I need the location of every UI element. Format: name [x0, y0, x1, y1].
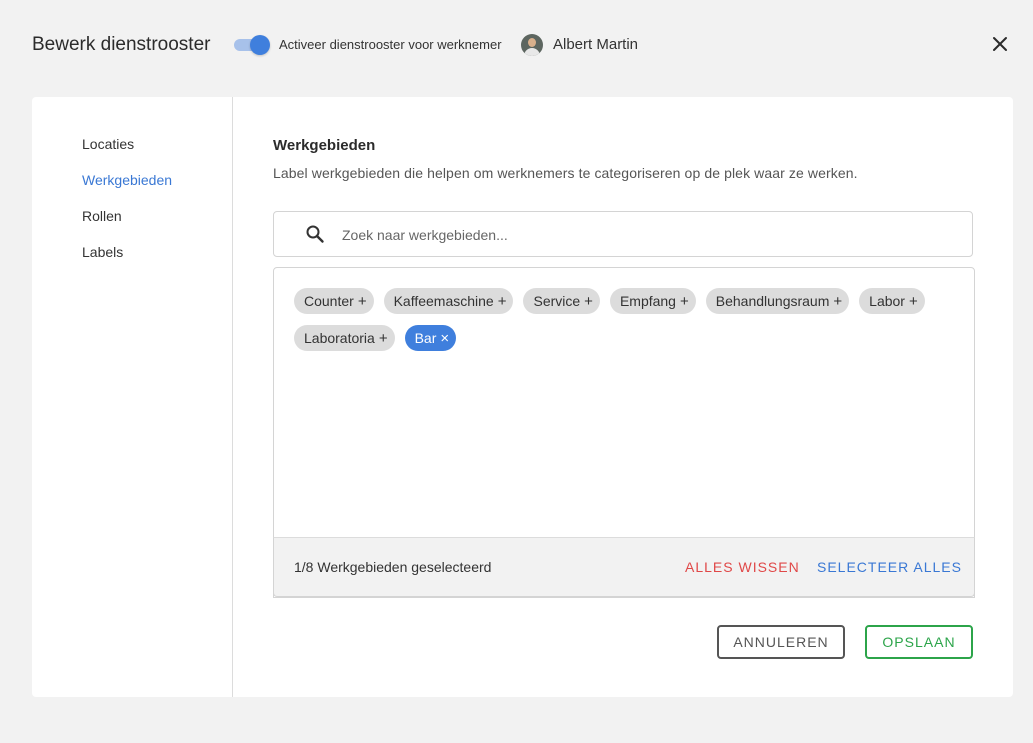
tag-labor[interactable]: Labor + [859, 288, 925, 314]
tag-service[interactable]: Service + [523, 288, 600, 314]
avatar-face [528, 38, 536, 47]
selection-count: 1/8 Werkgebieden geselecteerd [294, 559, 492, 575]
tag-behandlungsraum[interactable]: Behandlungsraum + [705, 288, 850, 314]
tag-counter[interactable]: Counter + [294, 288, 374, 314]
clear-all-button[interactable]: ALLES WISSEN [685, 559, 800, 575]
cancel-button[interactable]: ANNULEREN [717, 625, 845, 659]
tag-bar[interactable]: Bar × [404, 325, 457, 351]
sidebar-item-rollen[interactable]: Rollen [82, 208, 122, 224]
avatar [521, 34, 543, 56]
section-title: Werkgebieden [273, 137, 376, 154]
dialog-header: Bewerk dienstrooster Activeer dienstroos… [0, 0, 1033, 90]
avatar-body [524, 48, 540, 56]
plus-icon: + [908, 292, 918, 310]
close-icon[interactable] [989, 33, 1011, 55]
sidebar: Locaties Werkgebieden Rollen Labels [32, 97, 233, 697]
tag-label: Laboratoria [304, 330, 375, 346]
section-description: Label werkgebieden die helpen om werknem… [273, 165, 858, 181]
tag-label: Behandlungsraum [715, 293, 830, 309]
tag-kaffeemaschine[interactable]: Kaffeemaschine + [383, 288, 514, 314]
plus-icon: + [497, 292, 507, 310]
plus-icon: + [357, 292, 367, 310]
toggle-label: Activeer dienstrooster voor werknemer [279, 37, 502, 52]
tag-label: Labor [869, 293, 905, 309]
tag-label: Kaffeemaschine [393, 293, 494, 309]
search-input[interactable] [340, 223, 944, 247]
activate-schedule-toggle[interactable] [234, 35, 270, 55]
plus-icon: + [378, 329, 388, 347]
tag-label: Bar [414, 330, 437, 346]
tag-label: Empfang [619, 293, 676, 309]
save-button[interactable]: OPSLAAN [865, 625, 973, 659]
plus-icon: + [679, 292, 689, 310]
tag-empfang[interactable]: Empfang + [609, 288, 696, 314]
select-all-button[interactable]: SELECTEER ALLES [817, 559, 962, 575]
close-icon: × [440, 329, 450, 347]
sidebar-item-locaties[interactable]: Locaties [82, 136, 134, 152]
search-icon [305, 224, 325, 244]
sidebar-item-werkgebieden[interactable]: Werkgebieden [82, 172, 172, 188]
plus-icon: + [833, 292, 843, 310]
dialog-card: Locaties Werkgebieden Rollen Labels Werk… [32, 97, 1013, 697]
toggle-knob [250, 35, 270, 55]
user-name: Albert Martin [553, 36, 639, 53]
tag-label: Service [533, 293, 581, 309]
search-box [273, 211, 973, 257]
tag-label: Counter [304, 293, 354, 309]
selection-footer: 1/8 Werkgebieden geselecteerd ALLES WISS… [273, 537, 975, 597]
sidebar-item-labels[interactable]: Labels [82, 244, 123, 260]
plus-icon: + [584, 292, 593, 310]
tag-list: Counter + Kaffeemaschine + Service + Empfan… [294, 288, 954, 351]
dialog-title: Bewerk dienstrooster [32, 34, 211, 55]
tag-laboratoria[interactable]: Laboratoria + [294, 325, 395, 351]
